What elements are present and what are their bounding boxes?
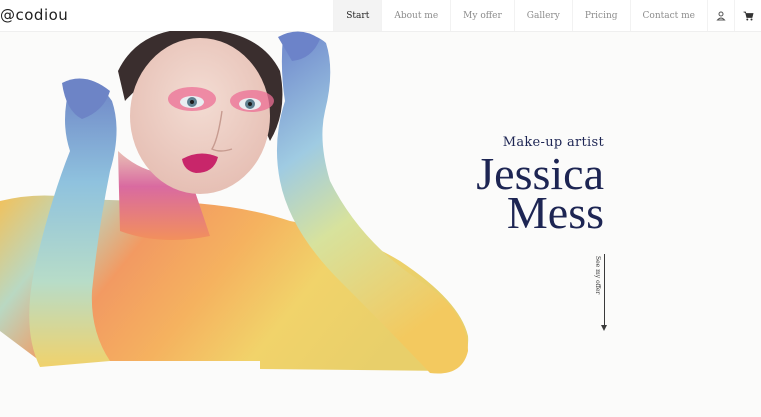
- main-nav: Start About me My offer Gallery Pricing …: [333, 0, 761, 31]
- nav-item-my-offer[interactable]: My offer: [450, 0, 514, 31]
- nav-item-about-me[interactable]: About me: [381, 0, 450, 31]
- see-offer-link[interactable]: See my offer: [594, 256, 601, 294]
- nav-item-gallery[interactable]: Gallery: [513, 0, 572, 31]
- hero-section: Make-up artist Jessica Mess See my offer: [0, 31, 761, 417]
- hero-portrait-image: [0, 31, 469, 374]
- scroll-line: [604, 254, 605, 328]
- hero-title-line-2: Mess: [506, 187, 604, 238]
- brand-logo[interactable]: @codiou: [0, 6, 68, 24]
- top-navigation-bar: @codiou Start About me My offer Gallery …: [0, 0, 761, 32]
- nav-item-pricing[interactable]: Pricing: [571, 0, 630, 31]
- cart-icon[interactable]: [734, 0, 761, 31]
- user-icon[interactable]: [707, 0, 734, 31]
- hero-title: Jessica Mess: [440, 151, 604, 238]
- nav-item-contact-me[interactable]: Contact me: [629, 0, 707, 31]
- arrow-down-icon[interactable]: [601, 325, 607, 331]
- nav-item-start[interactable]: Start: [333, 0, 382, 31]
